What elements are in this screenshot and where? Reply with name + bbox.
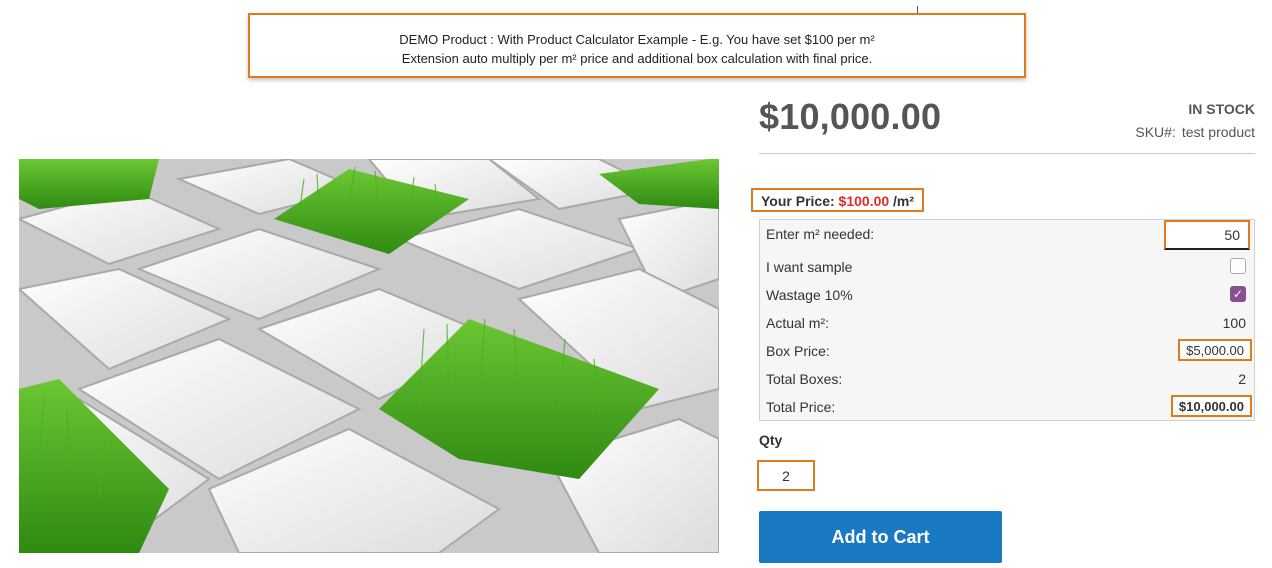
wastage-label: Wastage 10% bbox=[766, 287, 853, 303]
price-calculator-table: Enter m² needed: I want sample Wastage 1… bbox=[759, 219, 1255, 421]
product-price: $10,000.00 bbox=[759, 96, 942, 137]
total-boxes-label: Total Boxes: bbox=[766, 371, 843, 387]
your-price-box: Your Price: $100.00 /m² bbox=[751, 188, 925, 212]
sku-value: test product bbox=[1181, 124, 1255, 140]
total-price-label: Total Price: bbox=[766, 399, 836, 415]
calc-row-sample: I want sample bbox=[760, 253, 1254, 281]
qty-input[interactable] bbox=[757, 460, 815, 491]
box-price-value: $5,000.00 bbox=[1178, 339, 1252, 361]
your-price-amount: $100.00 bbox=[838, 193, 890, 209]
box-price-label: Box Price: bbox=[766, 343, 830, 359]
calc-row-total-boxes: Total Boxes: 2 bbox=[760, 365, 1254, 393]
calc-row-wastage: Wastage 10% ✓ bbox=[760, 281, 1254, 309]
your-price-unit: /m² bbox=[893, 193, 915, 209]
actual-m2-label: Actual m²: bbox=[766, 315, 830, 331]
qty-label: Qty bbox=[759, 432, 783, 448]
calc-row-actual: Actual m²: 100 bbox=[760, 309, 1254, 337]
product-image[interactable] bbox=[19, 159, 719, 553]
sample-label: I want sample bbox=[766, 259, 853, 275]
add-to-cart-button[interactable]: Add to Cart bbox=[759, 511, 1002, 563]
sku-label: SKU#: bbox=[1135, 124, 1176, 140]
sku-line: SKU#: test product bbox=[1135, 124, 1255, 140]
wastage-checkbox[interactable]: ✓ bbox=[1230, 286, 1246, 302]
m2-needed-input[interactable] bbox=[1164, 220, 1250, 250]
calc-row-box-price: Box Price: $5,000.00 bbox=[760, 337, 1254, 365]
stock-status: IN STOCK bbox=[1188, 101, 1255, 117]
calc-row-total-price: Total Price: $10,000.00 bbox=[760, 393, 1254, 421]
total-boxes-value: 2 bbox=[1238, 371, 1246, 387]
demo-note-line2: Extension auto multiply per m² price and… bbox=[401, 51, 873, 66]
demo-note-line1: DEMO Product : With Product Calculator E… bbox=[399, 32, 875, 47]
calc-row-m2: Enter m² needed: bbox=[760, 220, 1254, 250]
m2-needed-label: Enter m² needed: bbox=[766, 226, 875, 242]
sample-checkbox[interactable] bbox=[1230, 258, 1246, 274]
actual-m2-value: 100 bbox=[1222, 315, 1246, 331]
total-price-value: $10,000.00 bbox=[1170, 395, 1252, 417]
demo-note-banner: DEMO Product : With Product Calculator E… bbox=[248, 13, 1026, 78]
your-price-label: Your Price: bbox=[761, 193, 835, 209]
price-divider bbox=[759, 153, 1255, 154]
